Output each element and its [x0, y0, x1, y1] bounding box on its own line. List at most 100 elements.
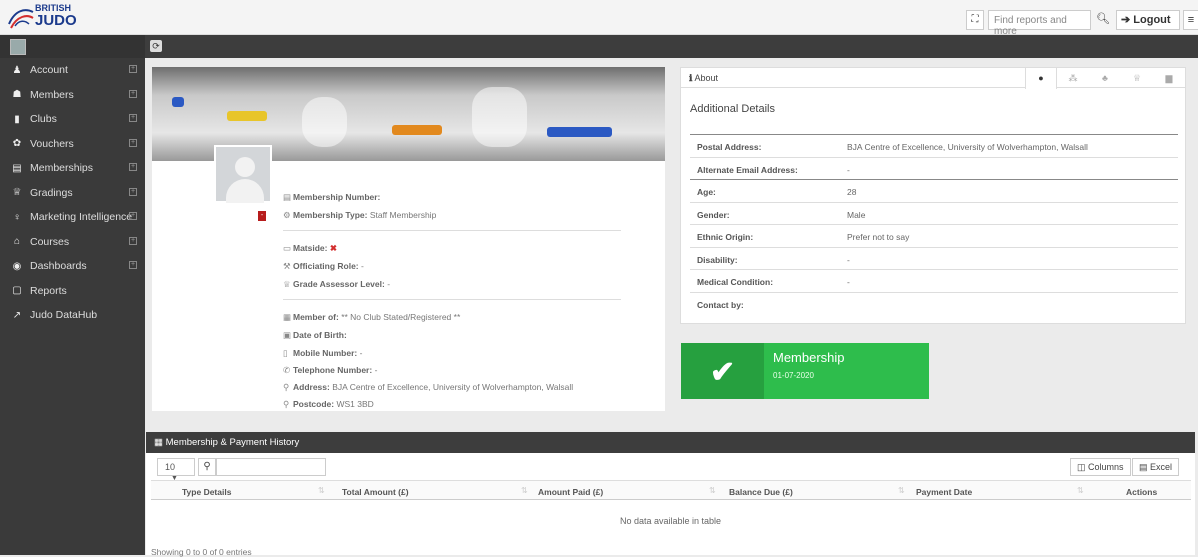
sidebar-item-clubs[interactable]: ▮ Clubs +: [0, 107, 145, 132]
detail-value: 28: [847, 187, 857, 197]
expand-icon[interactable]: +: [129, 138, 137, 147]
id-card-icon: ▤: [283, 192, 292, 202]
column-header[interactable]: Payment Date: [916, 487, 972, 497]
detail-row: Alternate Email Address: -: [690, 157, 1178, 179]
telephone-line: ✆ Telephone Number: -: [283, 365, 378, 375]
column-header[interactable]: Amount Paid (£): [538, 487, 603, 497]
columns-button[interactable]: ◫ Columns: [1070, 458, 1131, 476]
info-circle-icon: ●: [1038, 73, 1044, 83]
postcode-line: ⚲ Postcode: WS1 3BD: [283, 399, 374, 409]
search-icon: 🔍︎: [1096, 13, 1110, 25]
expand-icon[interactable]: +: [129, 261, 137, 269]
user-avatar[interactable]: [10, 39, 26, 55]
about-tabs: ● ⁂ ♣ ♕ ▆: [1025, 68, 1185, 89]
expand-icon[interactable]: +: [129, 65, 137, 73]
sidebar-item-label: Gradings: [30, 186, 73, 199]
expand-icon[interactable]: +: [129, 89, 137, 98]
detail-value: -: [847, 255, 850, 265]
bell-icon: ♣: [1102, 73, 1108, 83]
calendar-icon: ▣: [283, 330, 292, 340]
sort-icon[interactable]: ⇅: [318, 486, 325, 495]
search-button[interactable]: 🔍︎: [1094, 10, 1112, 30]
tab-info[interactable]: ●: [1025, 68, 1057, 89]
mobile-line: ▯ Mobile Number: -: [283, 348, 363, 358]
sidebar-item-memberships[interactable]: ▤ Memberships +: [0, 156, 145, 181]
refresh-icon[interactable]: ⟳: [150, 40, 162, 52]
sitemap-icon: ⁂: [1068, 73, 1078, 83]
gift-icon: ✿: [12, 138, 22, 150]
address-line: ⚲ Address: BJA Centre of Excellence, Univ…: [283, 382, 574, 392]
matside-line: ▭ Matside: ✖: [283, 243, 337, 253]
detail-row: Age: 28: [690, 179, 1178, 201]
tab-notifications[interactable]: ♣: [1089, 68, 1121, 88]
sidebar-item-label: Memberships: [30, 162, 94, 175]
detail-value: -: [847, 165, 850, 175]
table-search-input[interactable]: [216, 458, 326, 476]
sidebar-item-gradings[interactable]: ♕ Gradings +: [0, 181, 145, 206]
expand-icon[interactable]: +: [129, 114, 137, 122]
detail-key: Ethnic Origin:: [697, 232, 754, 242]
expand-icon[interactable]: +: [129, 163, 137, 171]
menu-button[interactable]: ≡: [1183, 10, 1198, 30]
tab-documents[interactable]: ▆: [1153, 68, 1185, 88]
excel-button[interactable]: ▤ Excel: [1132, 458, 1180, 476]
building-icon: ▦: [283, 312, 292, 322]
column-header[interactable]: Total Amount (£): [342, 487, 409, 497]
about-panel: ℹ About ● ⁂ ♣ ♕ ▆ Additional Details Pos…: [680, 67, 1186, 324]
sidebar-item-reports[interactable]: ▢ Reports: [0, 279, 145, 304]
sidebar-item-account[interactable]: ♟ Account +: [0, 58, 145, 83]
sidebar-item-label: Vouchers: [30, 137, 74, 150]
officiating-role-line: ⚒ Officiating Role: -: [283, 261, 364, 271]
expand-icon[interactable]: +: [129, 236, 137, 245]
detail-row: Postal Address: BJA Centre of Excellence,…: [690, 134, 1178, 156]
map-marker-icon: ⚲: [283, 399, 290, 409]
detail-row: Ethnic Origin: Prefer not to say: [690, 224, 1178, 246]
expand-icon: ⛶: [971, 14, 979, 25]
expand-icon[interactable]: +: [129, 212, 137, 220]
search-input[interactable]: Find reports and more: [988, 10, 1091, 37]
column-header[interactable]: Actions: [1126, 487, 1157, 497]
detail-value: Prefer not to say: [847, 232, 910, 242]
mobile-icon: ▯: [283, 348, 288, 358]
page-length-select[interactable]: 10 ▼: [157, 458, 195, 482]
sidebar-item-dashboards[interactable]: ◉ Dashboards +: [0, 254, 145, 279]
sidebar-item-judo-datahub[interactable]: ↗ Judo DataHub: [0, 303, 145, 328]
column-header[interactable]: Balance Due (£): [729, 487, 793, 497]
british-judo-logo[interactable]: BRITISH JUDO: [7, 2, 87, 32]
sidebar-item-courses[interactable]: ⌂ Courses +: [0, 230, 145, 255]
gavel-icon: ⚒: [283, 261, 291, 271]
membership-tile-date: 01-07-2020: [773, 371, 814, 380]
tab-awards[interactable]: ♕: [1121, 68, 1153, 88]
about-header: ℹ About ● ⁂ ♣ ♕ ▆: [681, 68, 1185, 89]
tab-hierarchy[interactable]: ⁂: [1057, 68, 1089, 88]
sort-icon[interactable]: ⇅: [521, 486, 528, 495]
sidebar: ♟ Account + ☗ Members + ▮ Clubs + ✿ Vouchers + ▤ Memb…: [0, 58, 145, 555]
sidebar-item-label: Reports: [30, 284, 67, 297]
sort-icon[interactable]: ⇅: [1077, 486, 1084, 495]
table-search-icon: ⚲: [198, 458, 216, 476]
detail-key: Contact by:: [697, 300, 744, 310]
sidebar-item-members[interactable]: ☗ Members +: [0, 83, 145, 108]
fullscreen-button[interactable]: ⛶: [966, 10, 984, 30]
table-header: Type Details ⇅ Total Amount (£) ⇅ Amount Pai…: [151, 480, 1191, 500]
sort-icon[interactable]: ⇅: [709, 486, 716, 495]
detail-row: Disability: -: [690, 247, 1178, 269]
trophy-icon: ♕: [1132, 73, 1142, 83]
expand-icon[interactable]: +: [129, 187, 137, 196]
membership-status-tile[interactable]: ✔ Membership 01-07-2020: [681, 343, 929, 399]
logout-button[interactable]: ➔ Logout: [1116, 10, 1180, 30]
building-icon: ▮: [14, 113, 20, 125]
grade-assessor-line: ♕ Grade Assessor Level: -: [283, 279, 391, 289]
profile-avatar: [214, 145, 272, 203]
logo-text: BRITISH JUDO: [35, 4, 77, 29]
phone-icon: ✆: [283, 365, 291, 375]
map-marker-icon: ⚲: [283, 382, 290, 392]
member-of-line: ▦ Member of: ** No Club Stated/Registered…: [283, 312, 461, 322]
sort-icon[interactable]: ⇅: [898, 486, 905, 495]
trophy-icon: ♕: [283, 279, 291, 289]
sidebar-item-vouchers[interactable]: ✿ Vouchers +: [0, 132, 145, 157]
detail-key: Postal Address:: [697, 142, 762, 152]
column-header[interactable]: Type Details: [182, 487, 231, 497]
user-icon: ♟: [12, 64, 22, 76]
sidebar-item-marketing-intelligence[interactable]: ♀ Marketing Intelligence +: [0, 205, 145, 230]
